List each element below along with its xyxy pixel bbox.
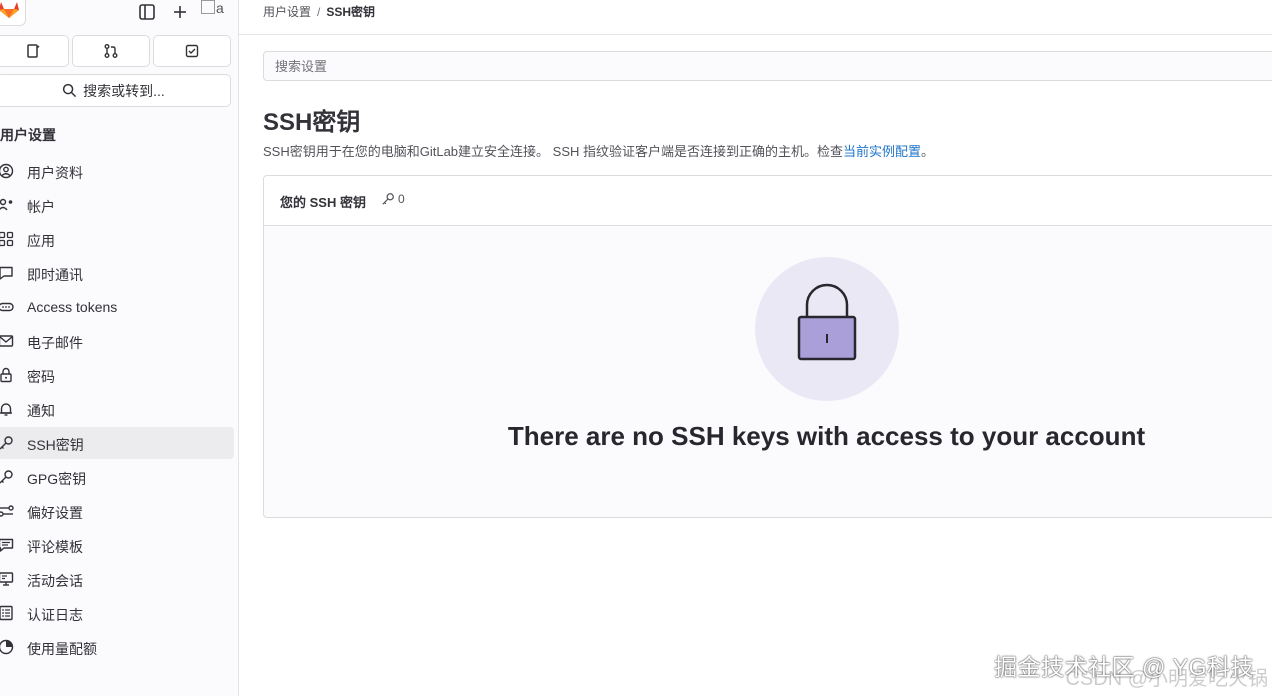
ssh-keys-card: 您的 SSH 密钥 0 There are no SSH keys with a… [263, 175, 1272, 518]
sidebar-item-label: 认证日志 [27, 607, 83, 623]
key-icon [0, 470, 13, 484]
sidebar-item-applications[interactable]: 应用 [0, 223, 238, 255]
sidebar: a 搜索或转到... 用户设置 用户资料 帐户 应用 即时通讯 Access t… [0, 0, 239, 696]
comment-icon [0, 538, 14, 552]
page-title: SSH密钥 [263, 109, 361, 136]
sidebar-item-usage-quotas[interactable]: 使用量配额 [0, 631, 238, 663]
header-divider [239, 34, 1272, 35]
ssh-keys-card-title: 您的 SSH 密钥 [280, 195, 366, 210]
sidebar-item-label: 电子邮件 [27, 335, 83, 351]
sidebar-item-label: 即时通讯 [27, 267, 83, 283]
merge-requests-button[interactable] [72, 35, 150, 67]
avatar[interactable]: a [201, 0, 224, 16]
lock-icon [0, 367, 12, 383]
monitor-icon [0, 572, 14, 586]
search-icon [62, 83, 77, 98]
sidebar-toggle-icon[interactable] [137, 2, 157, 22]
sidebar-item-gpg-keys[interactable]: GPG密钥 [0, 461, 238, 493]
sidebar-item-account[interactable]: 帐户 [0, 189, 238, 221]
sidebar-item-ssh-keys[interactable]: SSH密钥 [0, 427, 234, 459]
breadcrumb-parent-link[interactable]: 用户设置 [263, 5, 311, 19]
sidebar-item-profile[interactable]: 用户资料 [0, 155, 238, 187]
bell-icon [0, 403, 12, 416]
empty-state-title: There are no SSH keys with access to you… [507, 421, 1146, 451]
sidebar-section-title: 用户设置 [0, 127, 56, 143]
sidebar-item-access-tokens[interactable]: Access tokens [0, 291, 238, 323]
juejin-watermark: 掘金技术社区 @ YG科技 [994, 654, 1254, 680]
sidebar-item-label: 评论模板 [27, 539, 83, 555]
sidebar-item-auth-log[interactable]: 认证日志 [0, 597, 238, 629]
sidebar-item-label: 使用量配额 [27, 641, 97, 657]
breadcrumb-separator: / [317, 5, 321, 19]
page-description: SSH密钥用于在您的电脑和GitLab建立安全连接。 SSH 指纹验证客户端是否… [263, 141, 934, 160]
sidebar-nav: 用户资料 帐户 应用 即时通讯 Access tokens 电子邮件 密码 通知… [0, 155, 238, 665]
instance-configuration-link[interactable]: 当前实例配置 [843, 144, 921, 159]
page-description-text: SSH密钥用于在您的电脑和GitLab建立安全连接。 SSH 指纹验证客户端是否… [263, 144, 843, 159]
sidebar-item-label: 通知 [27, 403, 55, 419]
log-icon [0, 605, 13, 621]
empty-state-illustration [755, 257, 899, 401]
gitlab-logo-icon[interactable] [0, 0, 26, 26]
breadcrumb: 用户设置 / SSH密钥 [263, 3, 375, 20]
plus-icon[interactable] [170, 2, 190, 22]
sidebar-item-notifications[interactable]: 通知 [0, 393, 238, 425]
sidebar-item-label: 帐户 [27, 199, 55, 215]
key-icon [382, 193, 394, 205]
preferences-icon [0, 505, 14, 517]
token-icon [0, 302, 14, 312]
page-description-end: 。 [921, 144, 935, 159]
quota-icon [0, 639, 14, 655]
sidebar-item-preferences[interactable]: 偏好设置 [0, 495, 238, 527]
mail-icon [0, 335, 14, 347]
sidebar-item-label: SSH密钥 [27, 437, 84, 453]
avatar-alt-text: a [216, 0, 224, 16]
todo-button[interactable] [153, 35, 231, 67]
sidebar-item-label: 活动会话 [27, 573, 83, 589]
merge-request-icon [104, 44, 118, 58]
quick-search-button[interactable]: 搜索或转到... [0, 74, 231, 107]
sidebar-item-label: 用户资料 [27, 165, 83, 181]
settings-search-input[interactable] [264, 52, 1272, 80]
applications-icon [0, 231, 14, 247]
sidebar-item-label: 密码 [27, 369, 55, 385]
todo-icon [185, 44, 199, 58]
padlock-icon [797, 283, 857, 361]
sidebar-item-label: Access tokens [27, 299, 118, 315]
ssh-key-count: 0 [398, 192, 405, 206]
key-icon [0, 436, 13, 450]
sidebar-item-email[interactable]: 电子邮件 [0, 325, 238, 357]
sidebar-item-label: 应用 [27, 233, 55, 249]
profile-icon [0, 163, 14, 179]
sidebar-item-active-sessions[interactable]: 活动会话 [0, 563, 238, 595]
sidebar-item-comment-templates[interactable]: 评论模板 [0, 529, 238, 561]
chat-icon [0, 266, 13, 280]
sidebar-item-password[interactable]: 密码 [0, 359, 238, 391]
settings-search-field[interactable] [263, 51, 1272, 81]
breadcrumb-current[interactable]: SSH密钥 [326, 5, 375, 19]
ssh-key-count-badge: 0 [381, 192, 405, 206]
sidebar-item-label: 偏好设置 [27, 505, 83, 521]
sidebar-item-label: GPG密钥 [27, 471, 87, 487]
issues-button[interactable] [0, 35, 69, 67]
sidebar-item-chat[interactable]: 即时通讯 [0, 257, 238, 289]
quick-search-label: 搜索或转到... [83, 82, 165, 99]
issues-icon [26, 44, 40, 58]
account-icon [0, 198, 13, 211]
ssh-keys-card-header: 您的 SSH 密钥 0 [264, 176, 1272, 226]
